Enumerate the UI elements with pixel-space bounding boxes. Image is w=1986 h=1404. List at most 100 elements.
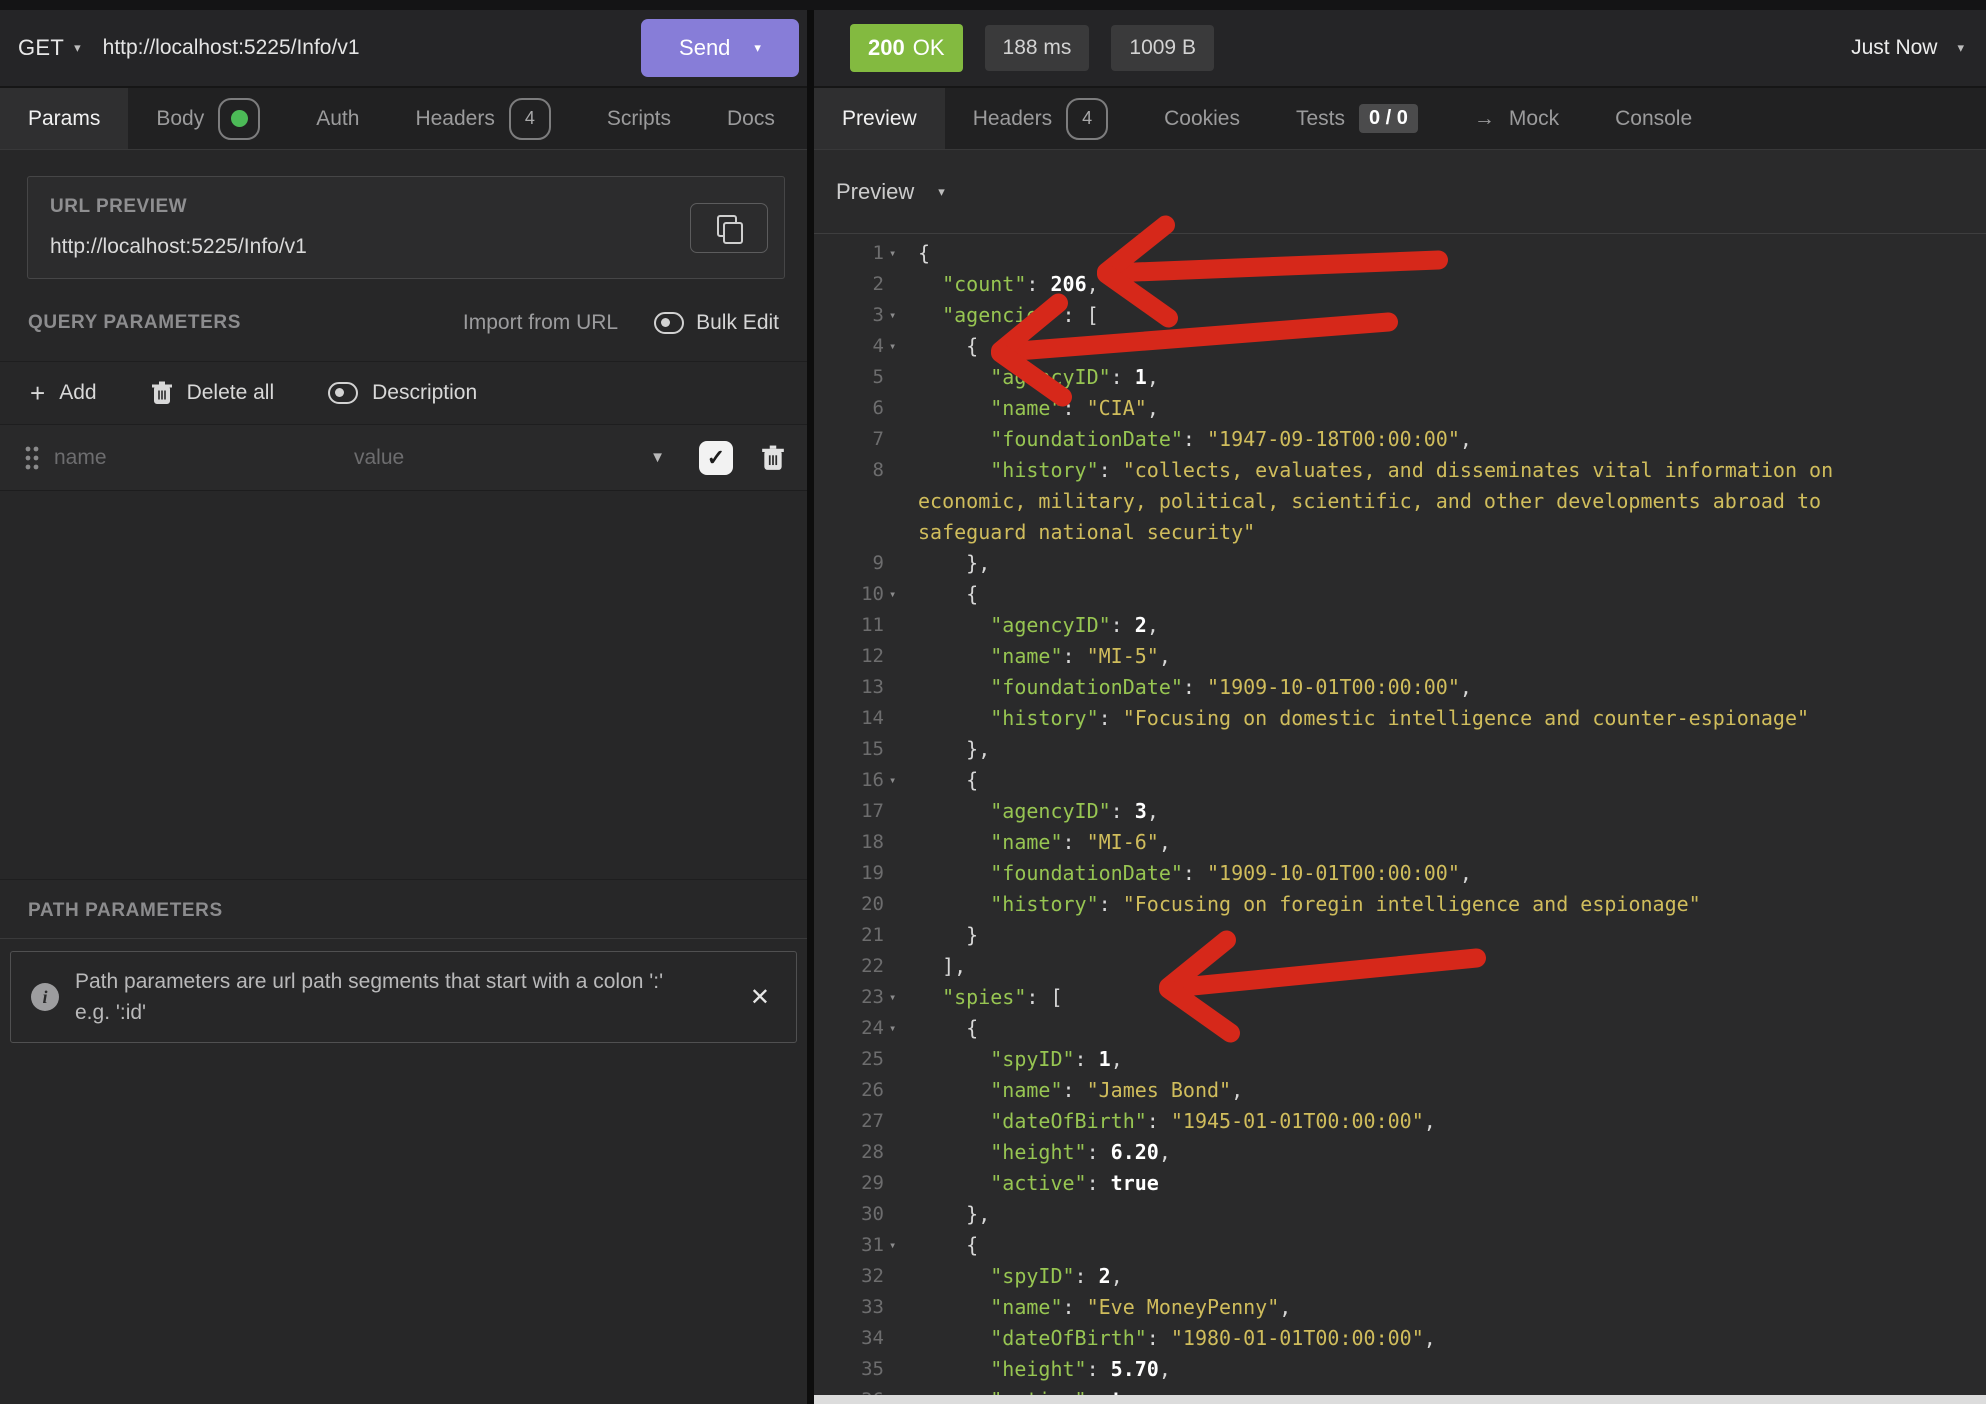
line-number: 27 (814, 1106, 884, 1137)
code-text: }, (918, 734, 1941, 765)
line-number: 30 (814, 1199, 884, 1230)
code-text: "foundationDate": "1909-10-01T00:00:00", (918, 858, 1941, 889)
param-delete-icon[interactable] (761, 445, 785, 471)
headers-count-badge: 4 (509, 98, 551, 140)
fold-caret-icon[interactable]: ▾ (884, 1013, 918, 1044)
tests-count-badge: 0 / 0 (1359, 104, 1418, 133)
line-number: 26 (814, 1075, 884, 1106)
code-text: "agencies": [ (918, 300, 1941, 331)
param-options-caret-icon[interactable]: ▼ (650, 449, 665, 466)
line-number: 11 (814, 610, 884, 641)
tab-mock[interactable]: → Mock (1446, 88, 1587, 149)
fold-caret-icon[interactable]: ▾ (884, 300, 918, 331)
code-text: } (918, 920, 1941, 951)
line-number: 21 (814, 920, 884, 951)
close-info-icon[interactable]: ✕ (744, 983, 776, 1012)
fold-caret-icon[interactable]: ▾ (884, 765, 918, 796)
code-text: "agencyID": 1, (918, 362, 1941, 393)
send-options-caret-icon[interactable]: ▾ (754, 40, 761, 56)
line-number: 3 (814, 300, 884, 331)
response-history-dropdown[interactable]: Just Now ▾ (1851, 36, 1964, 60)
code-text: { (918, 1230, 1941, 1261)
line-number: 32 (814, 1261, 884, 1292)
fold-caret-icon[interactable]: ▾ (884, 238, 918, 269)
url-preview-box: URL PREVIEW http://localhost:5225/Info/v… (27, 176, 785, 279)
code-line-6: 6 "name": "CIA", (814, 393, 1986, 424)
tab-params[interactable]: Params (0, 88, 128, 149)
horizontal-scrollbar[interactable] (814, 1395, 1986, 1404)
line-number: 28 (814, 1137, 884, 1168)
tab-response-headers[interactable]: Headers 4 (945, 88, 1136, 149)
code-text: "height": 5.70, (918, 1354, 1941, 1385)
description-toggle-button[interactable]: Description (328, 381, 477, 405)
query-params-toolbar: + Add Delete all Description (0, 361, 807, 425)
code-text: "count": 206, (918, 269, 1941, 300)
code-text: "history": "Focusing on domestic intelli… (918, 703, 1941, 734)
tab-headers[interactable]: Headers 4 (387, 88, 578, 149)
code-line-13: 13 "foundationDate": "1909-10-01T00:00:0… (814, 672, 1986, 703)
param-value-input[interactable]: value (354, 446, 650, 470)
code-text: "dateOfBirth": "1945-01-01T00:00:00", (918, 1106, 1941, 1137)
code-line-10: 10▾ { (814, 579, 1986, 610)
tab-console[interactable]: Console (1587, 88, 1720, 149)
line-number: 24 (814, 1013, 884, 1044)
window-top-edge (0, 0, 1986, 10)
code-line-29: 29 "active": true (814, 1168, 1986, 1199)
code-line-3: 3▾ "agencies": [ (814, 300, 1986, 331)
fold-caret-icon[interactable]: ▾ (884, 1230, 918, 1261)
line-number: 23 (814, 982, 884, 1013)
copy-url-button[interactable] (690, 203, 768, 253)
tab-auth[interactable]: Auth (288, 88, 387, 149)
method-caret-icon[interactable]: ▾ (74, 40, 81, 56)
copy-icon (717, 215, 741, 241)
code-text: "history": "collects, evaluates, and dis… (918, 455, 1941, 548)
response-body-viewer[interactable]: 1▾{2 "count": 206,3▾ "agencies": [4▾ {5 … (814, 234, 1986, 1404)
preview-mode-dropdown[interactable]: Preview ▾ (814, 150, 1986, 234)
plus-icon: + (30, 380, 45, 406)
code-line-9: 9 }, (814, 548, 1986, 579)
app-window: GET ▾ http://localhost:5225/Info/v1 Send… (0, 0, 1986, 1404)
code-text: "history": "Focusing on foregin intellig… (918, 889, 1941, 920)
bulk-edit-icon (654, 312, 684, 334)
tab-cookies[interactable]: Cookies (1136, 88, 1268, 149)
url-preview-label: URL PREVIEW (50, 196, 762, 218)
response-tabs: Preview Headers 4 Cookies Tests 0 / 0 → … (814, 88, 1986, 150)
code-line-21: 21 } (814, 920, 1986, 951)
tab-scripts[interactable]: Scripts (579, 88, 699, 149)
code-text: { (918, 579, 1941, 610)
drag-handle-icon[interactable] (24, 445, 40, 471)
code-line-30: 30 }, (814, 1199, 1986, 1230)
line-number: 15 (814, 734, 884, 765)
bulk-edit-button[interactable]: Bulk Edit (654, 311, 779, 335)
code-text: "foundationDate": "1909-10-01T00:00:00", (918, 672, 1941, 703)
tab-preview[interactable]: Preview (814, 88, 945, 149)
code-text: "spyID": 2, (918, 1261, 1941, 1292)
tab-tests[interactable]: Tests 0 / 0 (1268, 88, 1446, 149)
code-text: "name": "CIA", (918, 393, 1941, 424)
delete-all-button[interactable]: Delete all (151, 381, 275, 405)
mock-arrow-icon: → (1474, 107, 1495, 131)
code-line-11: 11 "agencyID": 2, (814, 610, 1986, 641)
fold-caret-icon[interactable]: ▾ (884, 982, 918, 1013)
response-code: 1▾{2 "count": 206,3▾ "agencies": [4▾ {5 … (814, 238, 1986, 1404)
add-param-button[interactable]: + Add (30, 380, 97, 406)
method-selector[interactable]: GET (18, 35, 64, 61)
fold-caret-icon[interactable]: ▾ (884, 331, 918, 362)
line-number: 31 (814, 1230, 884, 1261)
param-name-input[interactable]: name (54, 446, 354, 470)
code-text: "agencyID": 3, (918, 796, 1941, 827)
import-from-url-button[interactable]: Import from URL (463, 311, 618, 335)
param-enabled-checkbox[interactable]: ✓ (699, 441, 733, 475)
code-line-27: 27 "dateOfBirth": "1945-01-01T00:00:00", (814, 1106, 1986, 1137)
send-button[interactable]: Send ▾ (641, 19, 799, 77)
tab-docs[interactable]: Docs (699, 88, 803, 149)
code-line-22: 22 ], (814, 951, 1986, 982)
request-tabs: Params Body Auth Headers 4 Scripts Docs (0, 88, 807, 150)
request-url-input[interactable]: http://localhost:5225/Info/v1 (103, 36, 641, 60)
line-number: 7 (814, 424, 884, 455)
line-number: 4 (814, 331, 884, 362)
tab-body[interactable]: Body (128, 88, 288, 149)
line-number: 5 (814, 362, 884, 393)
fold-caret-icon[interactable]: ▾ (884, 579, 918, 610)
query-parameters-title: QUERY PARAMETERS (28, 312, 241, 334)
